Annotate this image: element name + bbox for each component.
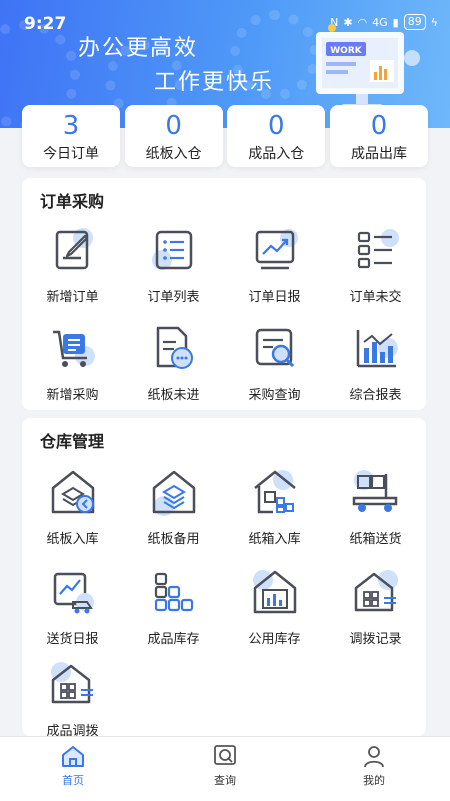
inventory-blocks-icon xyxy=(148,566,200,618)
user-icon xyxy=(364,746,384,768)
status-time: 9:27 xyxy=(24,14,67,34)
menu-new-purchase[interactable]: 新增采购 xyxy=(22,322,123,403)
shopping-cart-icon xyxy=(47,322,99,374)
menu-label: 调拨记录 xyxy=(349,632,402,647)
menu-label: 订单未交 xyxy=(349,290,402,305)
menu-label: 采购查询 xyxy=(248,388,301,403)
stat-value: 0 xyxy=(165,111,182,141)
work-sign: WORK xyxy=(330,46,363,56)
menu-public-inventory[interactable]: 公用库存 xyxy=(224,566,325,647)
charging-icon: ϟ xyxy=(430,15,438,29)
menu-label: 公用库存 xyxy=(248,632,301,647)
delivery-report-icon xyxy=(47,566,99,618)
orders-section: 订单采购 新增订单 订单列表 订单日报 订单未交 新增采购 纸板未进 采购查询 … xyxy=(22,178,426,410)
trend-report-icon xyxy=(249,224,301,276)
tab-home[interactable]: 首页 xyxy=(33,743,113,788)
tab-label: 首页 xyxy=(62,774,84,787)
stat-label: 纸板入仓 xyxy=(145,146,202,162)
tab-label: 我的 xyxy=(363,774,385,787)
menu-order-list[interactable]: 订单列表 xyxy=(123,224,224,305)
stat-board-in[interactable]: 0 纸板入仓 xyxy=(124,105,223,167)
section-title: 订单采购 xyxy=(40,192,105,211)
menu-transfer-records[interactable]: 调拨记录 xyxy=(325,566,426,647)
menu-label: 纸板入库 xyxy=(46,532,99,547)
tab-search[interactable]: 查询 xyxy=(185,743,265,788)
office-illustration: WORK xyxy=(316,24,420,108)
checklist-icon xyxy=(350,224,402,276)
edit-document-icon xyxy=(47,224,99,276)
menu-carton-stock-in[interactable]: 纸箱入库 xyxy=(224,466,325,547)
tab-profile[interactable]: 我的 xyxy=(334,743,414,788)
menu-order-daily[interactable]: 订单日报 xyxy=(224,224,325,305)
document-pending-icon xyxy=(148,322,200,374)
menu-new-order[interactable]: 新增订单 xyxy=(22,224,123,305)
menu-board-stock-in[interactable]: 纸板入库 xyxy=(22,466,123,547)
stat-product-out[interactable]: 0 成品出库 xyxy=(329,105,428,167)
menu-purchase-query[interactable]: 采购查询 xyxy=(224,322,325,403)
section-title: 仓库管理 xyxy=(40,432,105,451)
document-search-icon xyxy=(249,322,301,374)
menu-label: 综合报表 xyxy=(349,388,402,403)
home-icon xyxy=(62,746,84,767)
menu-label: 新增采购 xyxy=(46,388,99,403)
menu-order-undelivered[interactable]: 订单未交 xyxy=(325,224,426,305)
slogan-line1: 办公更高效 xyxy=(78,36,199,61)
transfer-record-icon xyxy=(350,566,402,618)
menu-summary-report[interactable]: 综合报表 xyxy=(325,322,426,403)
stat-value: 3 xyxy=(62,111,80,141)
menu-board-pending[interactable]: 纸板未进 xyxy=(123,322,224,403)
bottom-tab-bar: 首页 查询 我的 xyxy=(0,736,450,801)
search-icon xyxy=(214,745,236,765)
warehouse-boxes-icon xyxy=(249,466,301,518)
menu-label: 订单日报 xyxy=(248,290,301,305)
stat-value: 0 xyxy=(268,111,285,141)
stat-product-in[interactable]: 0 成品入仓 xyxy=(227,105,326,167)
slogan-line2: 工作更快乐 xyxy=(154,70,275,95)
product-transfer-icon xyxy=(47,658,99,710)
menu-label: 纸箱入库 xyxy=(248,532,301,547)
stat-label: 成品出库 xyxy=(350,146,407,162)
menu-product-inventory[interactable]: 成品库存 xyxy=(123,566,224,647)
menu-delivery-daily[interactable]: 送货日报 xyxy=(22,566,123,647)
menu-label: 纸箱送货 xyxy=(349,532,402,547)
stat-label: 成品入仓 xyxy=(248,146,305,162)
menu-label: 成品库存 xyxy=(147,632,200,647)
tab-label: 查询 xyxy=(214,774,236,787)
menu-label: 送货日报 xyxy=(46,632,99,647)
stat-label: 今日订单 xyxy=(43,146,99,162)
warehouse-stack-icon xyxy=(148,466,200,518)
stat-value: 0 xyxy=(370,111,388,141)
menu-label: 新增订单 xyxy=(46,290,99,305)
warehouse-section: 仓库管理 纸板入库 纸板备用 纸箱入库 纸箱送货 送货日报 成品库存 公用库存 … xyxy=(22,418,426,739)
menu-board-reserve[interactable]: 纸板备用 xyxy=(123,466,224,547)
menu-label: 订单列表 xyxy=(147,290,200,305)
delivery-truck-icon xyxy=(350,466,402,518)
stats-row: 3 今日订单 0 纸板入仓 0 成品入仓 0 成品出库 xyxy=(22,105,428,167)
menu-carton-delivery[interactable]: 纸箱送货 xyxy=(325,466,426,547)
menu-label: 纸板未进 xyxy=(147,388,200,403)
list-icon xyxy=(148,224,200,276)
bar-chart-icon xyxy=(350,322,402,374)
stat-today-orders[interactable]: 3 今日订单 xyxy=(22,105,120,167)
menu-label: 纸板备用 xyxy=(147,532,200,547)
public-warehouse-icon xyxy=(249,566,301,618)
menu-product-transfer[interactable]: 成品调拨 xyxy=(22,658,123,739)
warehouse-in-icon xyxy=(47,466,99,518)
